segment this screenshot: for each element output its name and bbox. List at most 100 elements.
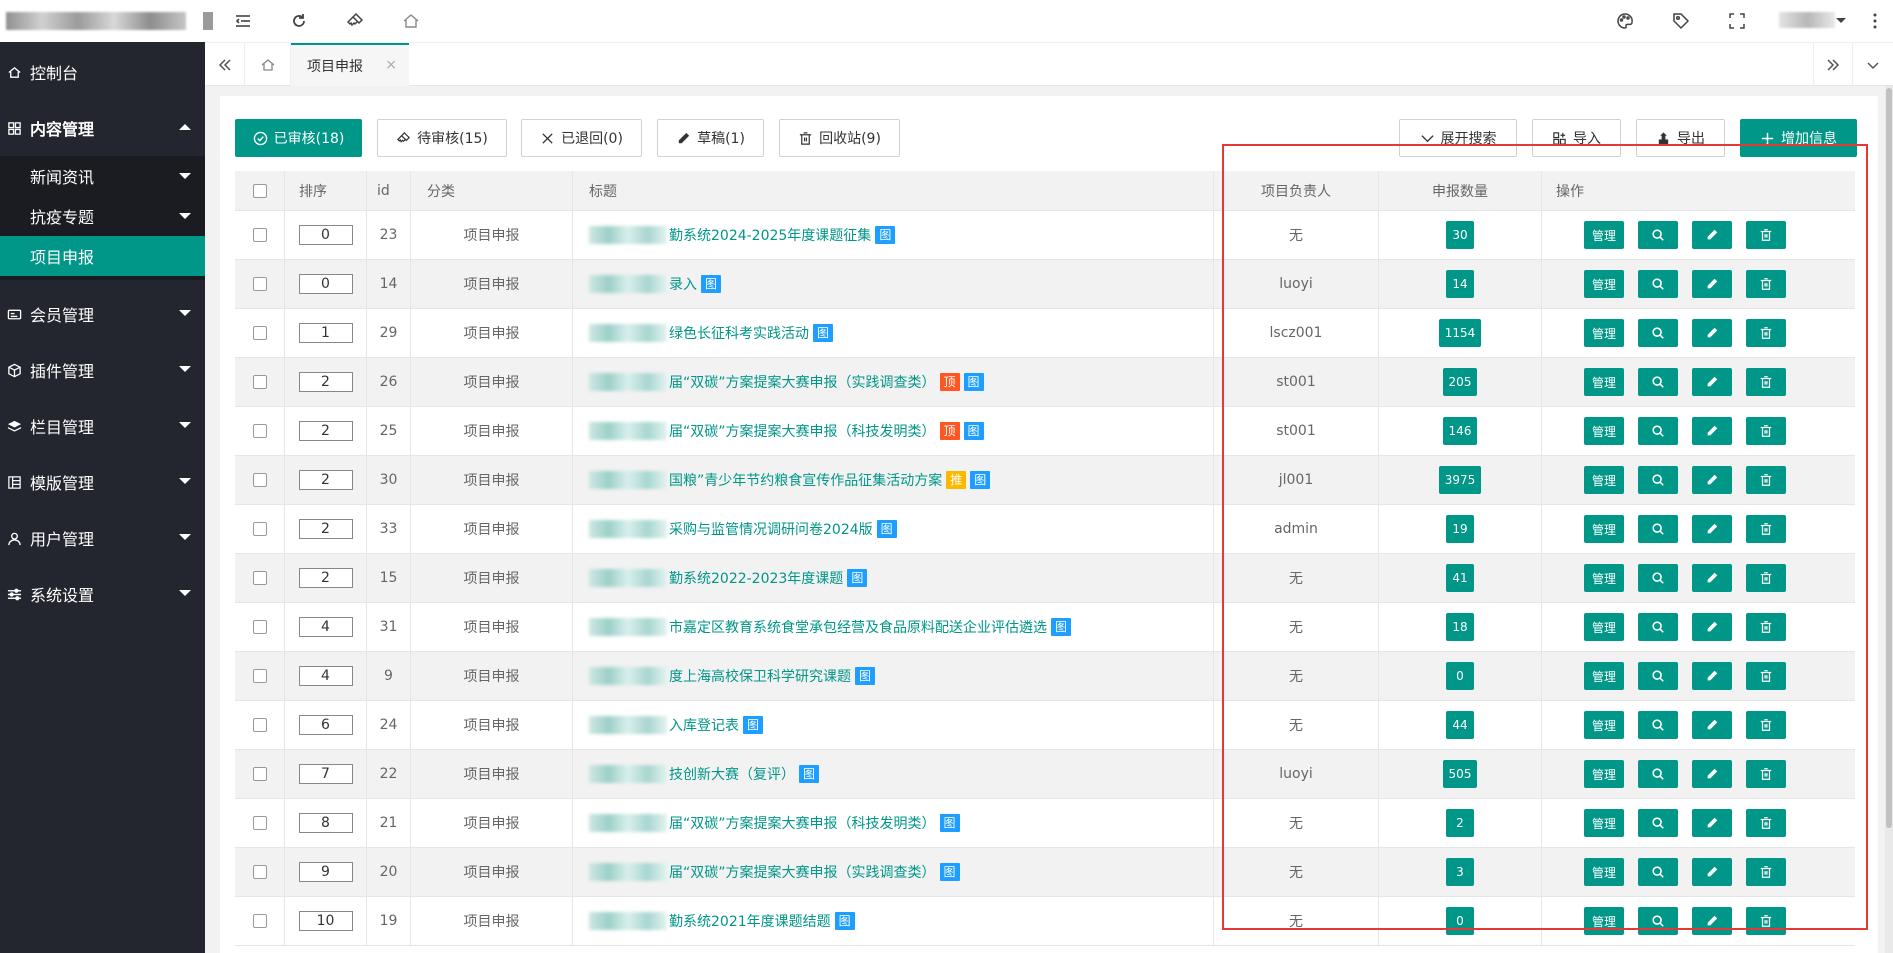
manage-button[interactable]: 管理 (1584, 858, 1624, 886)
manage-button[interactable]: 管理 (1584, 907, 1624, 935)
menu-toggle-icon[interactable] (230, 8, 256, 34)
sidebar-item-content[interactable]: 内容管理 (0, 100, 205, 156)
sort-input[interactable]: 2 (298, 372, 353, 392)
delete-button[interactable] (1746, 466, 1786, 494)
row-checkbox[interactable] (252, 375, 267, 389)
delete-button[interactable] (1746, 711, 1786, 739)
view-button[interactable] (1638, 368, 1678, 396)
title-text[interactable]: 国粮”青少年节约粮食宣传作品征集活动方案 (669, 470, 942, 490)
sort-input[interactable]: 1 (298, 323, 353, 343)
delete-button[interactable] (1746, 417, 1786, 445)
header-sort[interactable]: 排序 (285, 171, 367, 210)
delete-button[interactable] (1746, 613, 1786, 641)
title-text[interactable]: 届“双碳”方案提案大赛申报（科技发明类） (669, 813, 936, 833)
title-text[interactable]: 入库登记表 (669, 715, 739, 735)
sidebar-item-members[interactable]: 会员管理 (0, 286, 205, 342)
view-button[interactable] (1638, 662, 1678, 690)
title-link[interactable]: 度上海高校保卫科学研究课题图 (589, 666, 876, 686)
refresh-icon[interactable] (286, 8, 312, 34)
sidebar-subitem-project[interactable]: 项目申报 (0, 236, 205, 276)
title-link[interactable]: 技创新大赛（复评）图 (589, 764, 820, 784)
row-checkbox[interactable] (252, 473, 267, 487)
count-badge[interactable]: 30 (1446, 221, 1474, 249)
row-checkbox[interactable] (252, 424, 267, 438)
select-all-checkbox[interactable] (252, 183, 267, 198)
count-badge[interactable]: 1154 (1438, 319, 1482, 347)
delete-button[interactable] (1746, 564, 1786, 592)
count-badge[interactable]: 18 (1446, 613, 1474, 641)
row-checkbox[interactable] (252, 326, 267, 340)
title-text[interactable]: 技创新大赛（复评） (669, 764, 795, 784)
sidebar-item-users[interactable]: 用户管理 (0, 510, 205, 566)
delete-button[interactable] (1746, 662, 1786, 690)
edit-button[interactable] (1692, 221, 1732, 249)
sidebar-item-dashboard[interactable]: 控制台 (0, 44, 205, 100)
home-icon[interactable] (398, 8, 424, 34)
edit-button[interactable] (1692, 515, 1732, 543)
view-button[interactable] (1638, 515, 1678, 543)
row-checkbox[interactable] (252, 914, 267, 928)
title-text[interactable]: 勤系统2022-2023年度课题 (669, 568, 843, 588)
title-text[interactable]: 市嘉定区教育系统食堂承包经营及食品原料配送企业评估遴选 (669, 617, 1047, 637)
close-icon[interactable]: × (385, 57, 397, 73)
sort-input[interactable]: 0 (298, 274, 353, 294)
recycle-bin-button[interactable]: 回收站(9) (779, 119, 900, 157)
draft-button[interactable]: 草稿(1) (657, 119, 764, 157)
row-checkbox[interactable] (252, 767, 267, 781)
title-link[interactable]: 届“双碳”方案提案大赛申报（科技发明类）图 (589, 813, 960, 833)
count-badge[interactable]: 0 (1446, 662, 1474, 690)
manage-button[interactable]: 管理 (1584, 662, 1624, 690)
edit-button[interactable] (1692, 858, 1732, 886)
add-info-button[interactable]: 增加信息 (1740, 119, 1857, 157)
tabs-scroll-left-icon[interactable] (205, 43, 245, 86)
tabs-menu-chevron-icon[interactable] (1853, 43, 1893, 86)
title-link[interactable]: 届“双碳”方案提案大赛申报（科技发明类）顶图 (589, 421, 984, 441)
sort-input[interactable]: 2 (298, 421, 353, 441)
count-badge[interactable]: 205 (1442, 368, 1478, 396)
tabs-scroll-right-icon[interactable] (1813, 43, 1853, 86)
view-button[interactable] (1638, 270, 1678, 298)
row-checkbox[interactable] (252, 620, 267, 634)
count-badge[interactable]: 19 (1446, 515, 1474, 543)
manage-button[interactable]: 管理 (1584, 613, 1624, 641)
row-checkbox[interactable] (252, 522, 267, 536)
sort-input[interactable]: 10 (298, 911, 353, 931)
delete-button[interactable] (1746, 319, 1786, 347)
sort-input[interactable]: 7 (298, 764, 353, 784)
scrollbar-thumb[interactable] (1886, 88, 1892, 828)
count-badge[interactable]: 14 (1446, 270, 1474, 298)
approved-button[interactable]: 已审核(18) (235, 119, 362, 157)
title-link[interactable]: 届“双碳”方案提案大赛申报（实践调查类）顶图 (589, 372, 984, 392)
manage-button[interactable]: 管理 (1584, 809, 1624, 837)
sidebar-item-columns[interactable]: 栏目管理 (0, 398, 205, 454)
theme-icon[interactable] (1612, 8, 1638, 34)
title-link[interactable]: 勤系统2022-2023年度课题图 (589, 568, 868, 588)
tab-home-icon[interactable] (245, 43, 291, 86)
title-link[interactable]: 录入图 (589, 274, 722, 294)
row-checkbox[interactable] (252, 277, 267, 291)
view-button[interactable] (1638, 221, 1678, 249)
row-checkbox[interactable] (252, 571, 267, 585)
delete-button[interactable] (1746, 221, 1786, 249)
view-button[interactable] (1638, 711, 1678, 739)
title-link[interactable]: 勤系统2024-2025年度课题征集图 (589, 225, 896, 245)
delete-button[interactable] (1746, 809, 1786, 837)
edit-button[interactable] (1692, 319, 1732, 347)
chevron-down-icon[interactable] (1828, 8, 1854, 34)
edit-button[interactable] (1692, 809, 1732, 837)
view-button[interactable] (1638, 466, 1678, 494)
edit-button[interactable] (1692, 711, 1732, 739)
edit-button[interactable] (1692, 760, 1732, 788)
sidebar-item-settings[interactable]: 系统设置 (0, 566, 205, 622)
manage-button[interactable]: 管理 (1584, 564, 1624, 592)
delete-button[interactable] (1746, 368, 1786, 396)
sidebar-item-plugins[interactable]: 插件管理 (0, 342, 205, 398)
title-link[interactable]: 绿色长征科考实践活动图 (589, 323, 834, 343)
count-badge[interactable]: 3 (1446, 858, 1474, 886)
sidebar-subitem-news[interactable]: 新闻资讯 (0, 156, 205, 196)
delete-button[interactable] (1746, 270, 1786, 298)
count-badge[interactable]: 2 (1446, 809, 1474, 837)
view-button[interactable] (1638, 760, 1678, 788)
title-link[interactable]: 国粮”青少年节约粮食宣传作品征集活动方案推图 (589, 470, 991, 490)
manage-button[interactable]: 管理 (1584, 711, 1624, 739)
